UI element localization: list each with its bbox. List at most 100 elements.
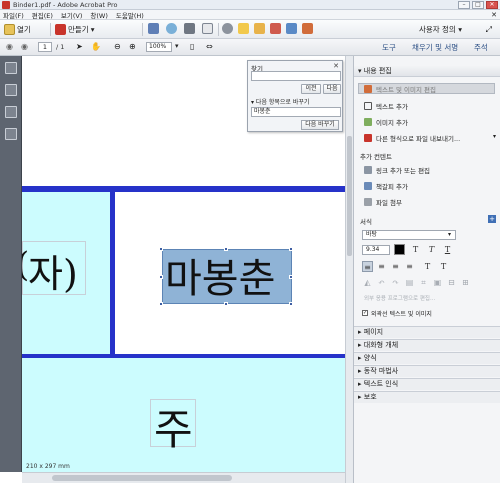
tools-link[interactable]: 도구 [382,42,396,53]
page-thumbnails-icon[interactable] [5,62,17,74]
resize-handle[interactable] [289,302,293,306]
add-content-header: 추가 컨텐트 [360,153,392,161]
hand-tool-icon[interactable]: ✋ [91,42,101,51]
horizontal-scrollbar[interactable] [22,472,345,483]
edit-content-header[interactable]: ▾ 내용 편집 [354,66,500,77]
fit-page-icon[interactable]: ▯ [190,42,194,51]
outline-checkbox[interactable]: ✓ [362,310,368,316]
minimize-button[interactable]: – [458,1,470,9]
font-size-up-icon[interactable]: T [410,244,421,255]
comment-link[interactable]: 주석 [474,42,488,53]
replace-image-icon: ▣ [433,278,442,287]
zoom-chevron-icon[interactable]: ▾ [175,42,179,50]
resize-handle[interactable] [159,302,163,306]
add-image-item[interactable]: 이미지 추가 [364,116,408,127]
attach-file-item[interactable]: 파일 첨부 [364,196,402,207]
font-select[interactable]: 바탕 [362,230,456,240]
zoom-in-icon[interactable]: ⊕ [129,42,136,51]
find-next-button[interactable]: 다음 [323,84,341,94]
menu-close-icon[interactable]: ✕ [491,11,497,19]
close-button[interactable]: ✕ [486,1,498,9]
next-page-icon[interactable]: ◉ [21,42,28,51]
section-action-wizard[interactable]: ▸ 동작 마법사 [354,365,500,377]
align-center-icon[interactable]: ≡ [376,261,387,272]
export-file-item[interactable]: 다른 형식으로 파일 내보내기... [364,132,460,143]
close-icon[interactable]: ✕ [333,62,339,70]
edit-pdf-icon[interactable] [302,23,313,34]
create-button[interactable]: 만들기 ▾ [55,23,94,36]
page-number-input[interactable]: 1 [38,42,52,52]
page-count: / 1 [56,43,65,51]
edit-text-images-item[interactable]: 텍스트 및 이미지 편집 [358,83,495,94]
settings-icon[interactable] [222,23,233,34]
replace-toggle[interactable]: ▾ 다음 항목으로 바꾸기 [251,97,309,106]
section-text-recognition[interactable]: ▸ 텍스트 인식 [354,378,500,390]
align-right-icon[interactable]: ≡ [390,261,401,272]
subscript-icon[interactable]: T [438,261,449,272]
open-button[interactable]: 열기 [4,23,31,36]
find-input[interactable] [251,71,341,81]
resize-handle[interactable] [289,247,293,251]
menu-help[interactable]: 도움말(H) [116,10,144,20]
resize-handle[interactable] [224,247,228,251]
create-label: 만들기 [68,25,89,34]
add-bookmark-item[interactable]: 책갈피 추가 [364,180,408,191]
section-pages[interactable]: ▸ 페이지 [354,326,500,338]
attachment-icon[interactable] [5,106,17,118]
text-color-swatch[interactable] [394,244,405,255]
tools-panel: ▾ 내용 편집 텍스트 및 이미지 편집 텍스트 추가 이미지 추가 다른 형식… [353,56,500,483]
section-interactive[interactable]: ▸ 대화형 개체 [354,339,500,351]
fit-width-icon[interactable]: ⇔ [206,42,213,51]
underline-icon[interactable]: T [442,244,453,255]
plus-icon[interactable]: + [488,215,496,223]
expand-icon[interactable]: ⤢ [486,23,492,36]
fill-sign-link[interactable]: 채우기 및 서명 [412,42,458,53]
comment-icon[interactable] [238,23,249,34]
highlight-icon[interactable] [254,23,265,34]
menu-window[interactable]: 창(W) [90,10,107,20]
replace-next-button[interactable]: 다음 바꾸기 [301,120,339,130]
zoom-select[interactable]: 100% [146,42,172,52]
selected-text[interactable]: 마봉춘 [165,246,275,304]
export-chevron-icon[interactable]: ▾ [493,133,496,140]
open-label: 열기 [17,25,31,34]
bookmark-icon[interactable] [5,84,17,96]
create-pdf-icon [55,24,66,35]
section-forms[interactable]: ▸ 양식 [354,352,500,364]
vertical-scrollbar[interactable] [345,56,353,483]
chevron-down-icon: ▾ [90,25,95,34]
print-icon[interactable] [184,23,195,34]
menu-view[interactable]: 보기(V) [61,10,82,20]
replace-input[interactable]: 마봉춘 [251,107,341,117]
zoom-out-icon[interactable]: ⊖ [114,42,121,51]
previous-page-icon[interactable]: ◉ [6,42,13,51]
rotate-right-icon: ↷ [392,278,399,287]
add-link-item[interactable]: 링크 추가 또는 편집 [364,164,430,175]
select-tool-icon[interactable]: ➤ [76,42,83,51]
font-size-select[interactable]: 9.34 [362,245,390,255]
italic-icon[interactable]: T [426,244,437,255]
maximize-button[interactable]: □ [472,1,484,9]
align-left-icon[interactable]: ≡ [362,261,373,272]
customize-dropdown[interactable]: 사용자 정의 ▾ [419,24,462,35]
resize-handle[interactable] [224,302,228,306]
save-icon[interactable] [148,23,159,34]
email-icon[interactable] [202,23,213,34]
link-icon [364,165,372,174]
cloud-upload-icon[interactable] [166,23,177,34]
stamp-icon[interactable] [270,23,281,34]
distribute-icon: ⊞ [462,278,469,287]
resize-handle[interactable] [289,275,293,279]
resize-handle[interactable] [159,247,163,251]
justify-icon[interactable]: ≡ [404,261,415,272]
menu-file[interactable]: 파일(F) [3,10,24,20]
menu-edit[interactable]: 편집(E) [32,10,53,20]
resize-handle[interactable] [159,275,163,279]
superscript-icon[interactable]: T [422,261,433,272]
signature-icon[interactable] [5,128,17,140]
share-icon[interactable] [286,23,297,34]
find-previous-button[interactable]: 이전 [301,84,321,94]
add-text-item[interactable]: 텍스트 추가 [364,100,408,111]
font-chevron-icon[interactable]: ▾ [448,231,451,238]
section-protection[interactable]: ▸ 보호 [354,391,500,403]
